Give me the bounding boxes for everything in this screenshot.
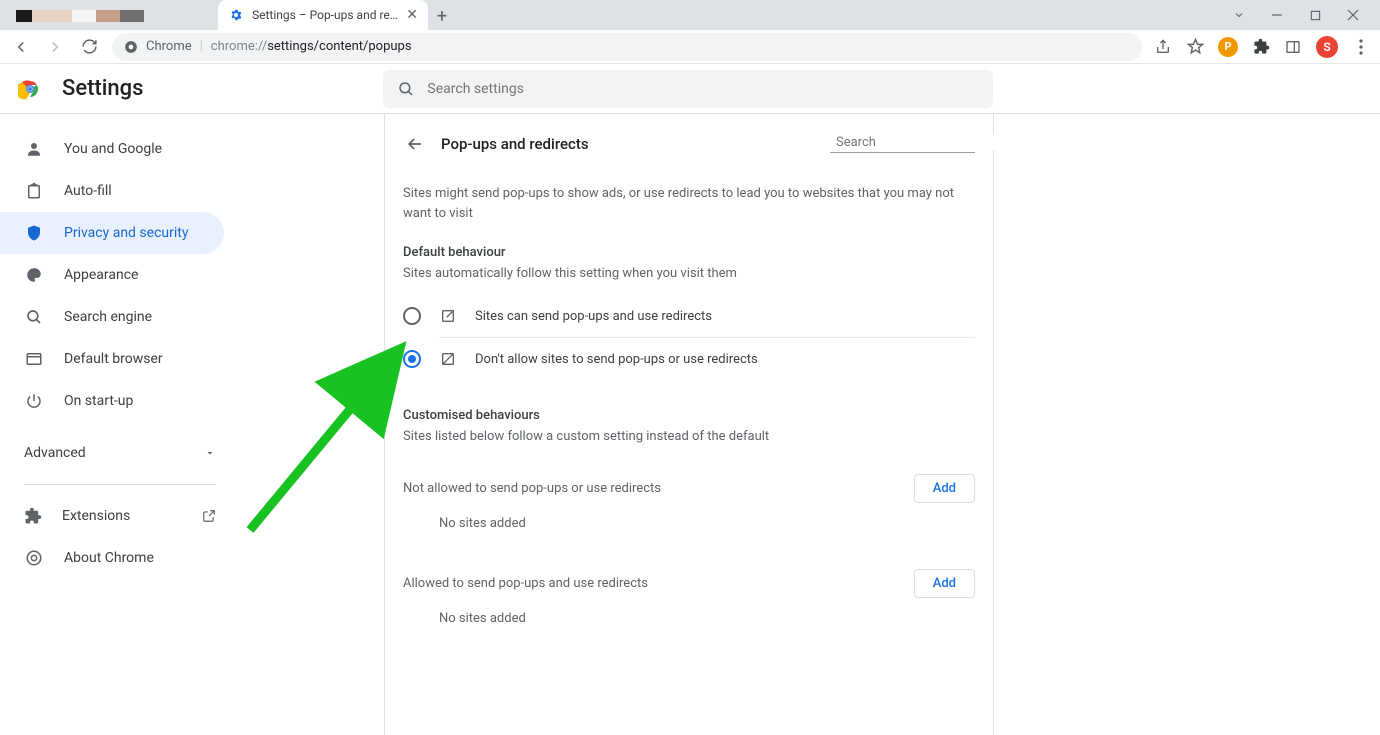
maximize-icon[interactable] [1308,8,1322,22]
search-icon [24,307,44,327]
content-search-input[interactable] [836,135,1002,150]
omnibox-prefix: Chrome [146,39,192,54]
sidebar-item-appearance[interactable]: Appearance [0,254,224,296]
popup-block-icon [439,350,457,368]
content-card: Pop-ups and redirects Sites might send p… [384,114,994,735]
reload-button[interactable] [78,36,100,58]
popup-allow-icon [439,307,457,325]
sidebar-item-you-and-google[interactable]: You and Google [0,128,224,170]
add-allowed-button[interactable]: Add [914,569,975,598]
clipboard-icon [24,181,44,201]
chevron-down-icon [204,447,216,459]
customised-behaviour-title: Customised behaviours [385,408,993,429]
new-tab-button[interactable]: + [428,2,456,30]
radio-option-block[interactable]: Don't allow sites to send pop-ups or use… [385,338,993,380]
palette-icon [24,265,44,285]
chrome-icon [124,40,138,54]
not-allowed-empty: No sites added [385,506,993,551]
allowed-label: Allowed to send pop-ups and use redirect… [403,576,648,591]
settings-title: Settings [62,76,143,101]
intro-text: Sites might send pop-ups to show ads, or… [385,170,993,245]
sidebar-advanced-toggle[interactable]: Advanced [0,432,240,474]
chrome-outline-icon [24,548,44,568]
content-search-field[interactable] [830,135,975,153]
profile-avatar[interactable]: S [1316,36,1338,58]
sidebar-item-about-chrome[interactable]: About Chrome [0,537,224,579]
extensions-puzzle-icon[interactable] [1252,38,1270,56]
chrome-logo-icon [18,77,42,101]
default-behaviour-title: Default behaviour [385,245,993,266]
allowed-section: Allowed to send pop-ups and use redirect… [385,565,993,601]
browser-tabstrip: Settings – Pop-ups and redirects ✕ + [0,0,1380,30]
sidebar-item-autofill[interactable]: Auto-fill [0,170,224,212]
radio-icon [403,350,421,368]
side-panel-icon[interactable] [1284,38,1302,56]
radio-icon [403,307,421,325]
tab-title: Settings – Pop-ups and redirects [252,8,398,22]
not-allowed-label: Not allowed to send pop-ups or use redir… [403,481,661,496]
window-controls [1212,0,1380,30]
sidebar-item-on-startup[interactable]: On start-up [0,380,224,422]
url-dim: chrome:// [211,39,267,54]
sidebar-label: Appearance [64,267,138,283]
minimize-icon[interactable] [1270,8,1284,22]
url-main: settings/content/popups [267,39,411,54]
sidebar-label: Default browser [64,351,163,367]
sidebar-label: Search engine [64,309,152,325]
radio-label: Don't allow sites to send pop-ups or use… [475,352,758,367]
gear-icon [228,7,244,23]
add-not-allowed-button[interactable]: Add [914,474,975,503]
settings-sidebar: You and Google Auto-fill Privacy and sec… [0,114,240,735]
sidebar-label: Privacy and security [64,225,188,241]
about-label: About Chrome [64,550,154,566]
content-back-button[interactable] [403,132,427,156]
extension-badge-icon[interactable]: P [1218,37,1238,57]
kebab-menu-icon[interactable] [1352,38,1370,56]
allowed-empty: No sites added [385,601,993,646]
external-link-icon [202,509,216,523]
page-title: Pop-ups and redirects [441,135,816,153]
radio-option-allow[interactable]: Sites can send pop-ups and use redirects [385,295,993,337]
search-settings-input[interactable] [427,81,979,97]
sidebar-label: On start-up [64,393,133,409]
sidebar-label: You and Google [64,141,162,157]
sidebar-item-search-engine[interactable]: Search engine [0,296,224,338]
sidebar-item-privacy-security[interactable]: Privacy and security [0,212,224,254]
bookmark-star-icon[interactable] [1186,38,1204,56]
shield-icon [24,223,44,243]
power-icon [24,391,44,411]
search-icon [397,80,415,98]
browser-window-icon [24,349,44,369]
person-icon [24,139,44,159]
active-tab[interactable]: Settings – Pop-ups and redirects ✕ [218,0,428,30]
forward-button[interactable] [44,36,66,58]
back-button[interactable] [10,36,32,58]
close-window-icon[interactable] [1346,8,1360,22]
close-tab-icon[interactable]: ✕ [406,7,418,23]
sidebar-divider [24,484,216,485]
settings-header: Settings [0,64,1380,114]
chevron-down-icon[interactable] [1232,8,1246,22]
advanced-label: Advanced [24,445,86,461]
extensions-label: Extensions [62,508,130,524]
share-icon[interactable] [1154,38,1172,56]
address-bar: Chrome | chrome://settings/content/popup… [0,30,1380,64]
customised-behaviour-subtitle: Sites listed below follow a custom setti… [385,429,993,458]
puzzle-icon [24,507,42,525]
not-allowed-section: Not allowed to send pop-ups or use redir… [385,470,993,506]
sidebar-item-extensions[interactable]: Extensions [0,495,240,537]
background-tab[interactable] [8,2,218,30]
omnibox[interactable]: Chrome | chrome://settings/content/popup… [112,33,1142,61]
default-behaviour-subtitle: Sites automatically follow this setting … [385,266,993,295]
radio-label: Sites can send pop-ups and use redirects [475,309,712,324]
sidebar-item-default-browser[interactable]: Default browser [0,338,224,380]
search-settings-field[interactable] [383,70,993,108]
sidebar-label: Auto-fill [64,183,112,199]
